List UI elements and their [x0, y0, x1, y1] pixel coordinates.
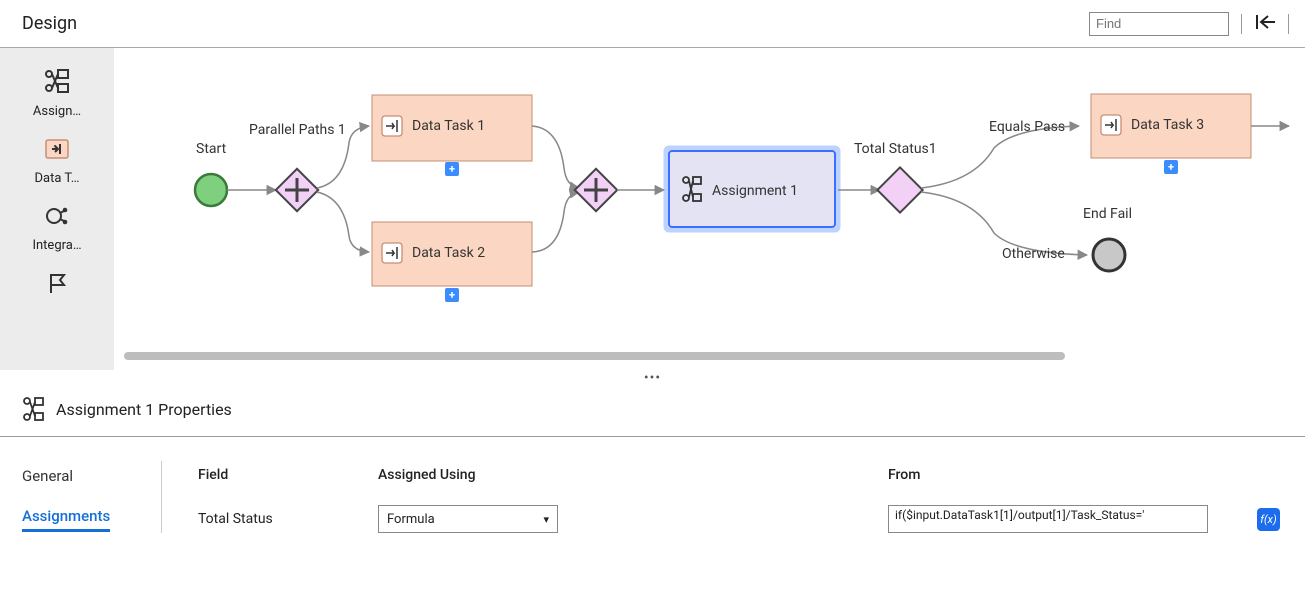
palette-label: Integra…	[0, 238, 114, 253]
chevron-down-icon: ▾	[543, 513, 549, 526]
from-formula-input[interactable]: if($input.DataTask1[1]/output[1]/Task_St…	[888, 505, 1208, 533]
edge	[921, 126, 1079, 188]
task-label: Data Task 2	[412, 245, 485, 261]
properties-title: Assignment 1 Properties	[56, 400, 232, 419]
node-data-task-2[interactable]: Data Task 2 +	[372, 222, 532, 302]
data-task-icon	[43, 137, 71, 161]
tab-general[interactable]: General	[22, 467, 161, 485]
flow-canvas[interactable]: Start Parallel Paths 1 Data Task 1 +	[114, 48, 1305, 370]
assignment-row: Total Status Formula ▾ if($input.DataTas…	[198, 505, 1283, 533]
palette-label: Data T…	[0, 171, 114, 186]
node-data-task-3[interactable]: Data Task 3 +	[1091, 94, 1251, 174]
palette-label: Assign…	[0, 104, 114, 119]
start-label: Start	[196, 141, 227, 157]
flag-icon	[46, 271, 68, 295]
properties-tabs: General Assignments	[22, 461, 162, 533]
parallel-label: Parallel Paths 1	[249, 122, 346, 138]
svg-text:+: +	[449, 289, 455, 302]
col-from: From	[888, 467, 1251, 483]
assignment-icon	[22, 396, 46, 422]
palette-item-flag[interactable]	[0, 271, 114, 305]
equals-label: Equals Pass	[989, 119, 1065, 135]
edge	[532, 126, 579, 188]
tab-assignments[interactable]: Assignments	[22, 507, 110, 532]
palette-item-integration[interactable]: Integra…	[0, 204, 114, 253]
collapse-left-icon[interactable]	[1254, 13, 1276, 35]
assignment-icon	[43, 68, 71, 94]
end-fail-node[interactable]	[1093, 239, 1125, 271]
svg-text:+: +	[1168, 161, 1174, 174]
find-input[interactable]	[1089, 12, 1229, 36]
integration-icon	[44, 204, 70, 228]
assignment-label: Assignment 1	[712, 183, 798, 199]
canvas-scrollbar[interactable]	[124, 352, 1065, 360]
svg-text:+: +	[449, 163, 455, 176]
col-assigned-using: Assigned Using	[378, 467, 888, 483]
select-value: Formula	[387, 512, 435, 527]
edge	[317, 192, 369, 252]
page-title: Design	[22, 13, 77, 34]
task-label: Data Task 1	[412, 118, 485, 134]
task-label: Data Task 3	[1131, 117, 1204, 133]
gateway-decision[interactable]	[877, 167, 922, 212]
col-field: Field	[198, 467, 378, 483]
divider	[1288, 14, 1289, 34]
node-assignment-1[interactable]: Assignment 1	[666, 148, 838, 230]
node-data-task-1[interactable]: Data Task 1 +	[372, 95, 532, 176]
palette: Assign… Data T… Integra…	[0, 48, 114, 370]
palette-item-assignment[interactable]: Assign…	[0, 68, 114, 119]
assigned-using-select[interactable]: Formula ▾	[378, 505, 558, 533]
field-name: Total Status	[198, 511, 378, 527]
formula-editor-button[interactable]: f(x)	[1257, 508, 1280, 531]
divider	[1241, 14, 1242, 34]
start-node[interactable]	[195, 174, 227, 206]
palette-item-data-task[interactable]: Data T…	[0, 137, 114, 186]
edge	[532, 192, 579, 252]
otherwise-label: Otherwise	[1002, 246, 1065, 262]
decision-label: Total Status1	[854, 141, 937, 157]
end-fail-label: End Fail	[1083, 206, 1132, 222]
panel-resize-handle[interactable]: •••	[0, 370, 1305, 386]
